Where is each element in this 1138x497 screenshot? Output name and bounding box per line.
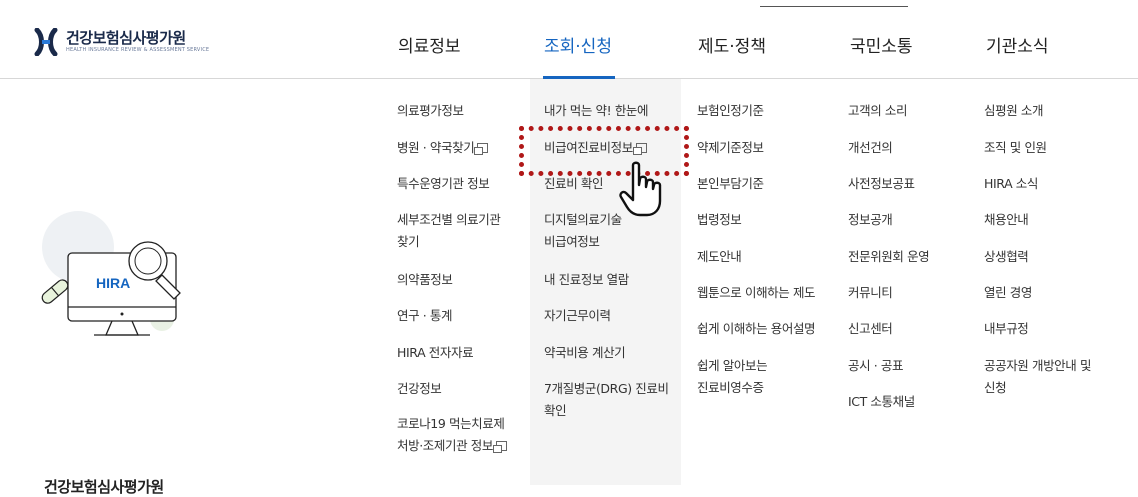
menu-item-suggestion[interactable]: 개선건의 [848,137,893,158]
site-logo[interactable]: 건강보험심사평가원 HEALTH INSURANCE REVIEW & ASSE… [34,27,210,57]
menu-item-public-notice[interactable]: 공시 · 공표 [848,355,904,376]
external-link-icon [492,441,507,453]
monitor-magnifier-illustration: HIRA [41,211,181,336]
menu-item-expert-committee[interactable]: 전문위원회 운영 [848,246,930,267]
menu-item-internal-rules[interactable]: 내부규정 [984,318,1029,339]
menu-item-covid-treatment-line1[interactable]: 코로나19 먹는치료제 [397,413,505,434]
menu-item-covid-treatment-line2[interactable]: 처방·조제기관 정보 [397,435,507,456]
menu-item-work-history[interactable]: 자기근무이력 [544,305,611,326]
menu-item-customer-voice[interactable]: 고객의 소리 [848,100,907,121]
menu-item-public-resources-line1[interactable]: 공공자원 개방안내 및 [984,355,1091,376]
menu-item-open-management[interactable]: 열린 경영 [984,282,1032,303]
menu-item-pre-disclosure[interactable]: 사전정보공표 [848,173,915,194]
menu-item-info-disclosure[interactable]: 정보공개 [848,209,893,230]
nav-agency-news[interactable]: 기관소식 [986,32,1049,57]
pointer-hand-icon [619,161,662,217]
menu-item-detailed-search-line1[interactable]: 세부조건별 의료기관 [397,209,501,230]
menu-item-drg-line2[interactable]: 확인 [544,400,567,421]
menu-item-hira-news[interactable]: HIRA 소식 [984,173,1038,194]
mega-menu: HIRA 건강보험심사평가원 의료평가정보 병원 · 약국찾기 특수운영기관 정… [0,79,1138,496]
logo-subtitle: HEALTH INSURANCE REVIEW & ASSESSMENT SER… [66,47,210,53]
menu-item-cooperation[interactable]: 상생협력 [984,246,1029,267]
menu-item-receipt-line1[interactable]: 쉽게 알아보는 [697,355,768,376]
menu-item-special-institution[interactable]: 특수운영기관 정보 [397,173,490,194]
menu-item-hira-edata[interactable]: HIRA 전자자료 [397,342,474,363]
menu-item-my-medical-record[interactable]: 내 진료정보 열람 [544,269,629,290]
menu-item-system-guide[interactable]: 제도안내 [697,246,742,267]
menu-item-pharmacy-calculator[interactable]: 약국비용 계산기 [544,342,626,363]
nav-inquiry-application[interactable]: 조회·신청 [544,32,612,57]
nav-system-policy[interactable]: 제도·정책 [698,32,766,57]
header: 건강보험심사평가원 HEALTH INSURANCE REVIEW & ASSE… [0,8,1138,79]
side-illustration: HIRA 건강보험심사평가원 [30,209,190,496]
menu-item-webtoon[interactable]: 웹툰으로 이해하는 제도 [697,282,816,303]
menu-item-label: 병원 · 약국찾기 [397,140,475,155]
menu-item-glossary[interactable]: 쉽게 이해하는 용어설명 [697,318,816,339]
menu-item-law-info[interactable]: 법령정보 [697,209,742,230]
logo-title: 건강보험심사평가원 [66,29,186,47]
menu-item-drug-info[interactable]: 의약품정보 [397,269,453,290]
menu-item-digital-tech-line2[interactable]: 비급여정보 [544,231,600,252]
menu-item-ict-channel[interactable]: ICT 소통채널 [848,391,915,412]
menu-item-report-center[interactable]: 신고센터 [848,318,893,339]
menu-item-drg-line1[interactable]: 7개질병군(DRG) 진료비 [544,378,669,399]
menu-item-drug-criteria[interactable]: 약제기준정보 [697,137,764,158]
menu-item-health-info[interactable]: 건강정보 [397,378,442,399]
menu-item-copay-criteria[interactable]: 본인부담기준 [697,173,764,194]
menu-item-find-hospital-pharmacy[interactable]: 병원 · 약국찾기 [397,137,489,158]
nav-public-communication[interactable]: 국민소통 [850,32,913,57]
illustration-hira-text: HIRA [96,275,130,291]
top-search-field[interactable] [760,0,908,7]
external-link-icon [474,143,489,155]
menu-item-community[interactable]: 커뮤니티 [848,282,893,303]
menu-item-digital-tech-line1[interactable]: 디지털의료기술 [544,209,622,230]
menu-item-label: 처방·조제기관 정보 [397,438,493,453]
menu-item-recruitment[interactable]: 채용안내 [984,209,1029,230]
menu-item-medical-evaluation[interactable]: 의료평가정보 [397,100,464,121]
nav-medical-info[interactable]: 의료정보 [398,32,461,57]
menu-item-fee-check[interactable]: 진료비 확인 [544,173,603,194]
menu-item-organization[interactable]: 조직 및 인원 [984,137,1047,158]
side-panel-title: 건강보험심사평가원 [44,478,164,496]
menu-item-about-hira[interactable]: 심평원 소개 [984,100,1043,121]
utility-bar [0,0,1138,8]
menu-item-public-resources-line2[interactable]: 신청 [984,377,1007,398]
menu-item-receipt-line2[interactable]: 진료비영수증 [697,377,764,398]
menu-item-my-medicine[interactable]: 내가 먹는 약! 한눈에 [544,100,649,121]
hira-logo-icon [34,27,58,57]
menu-item-insurance-criteria[interactable]: 보험인정기준 [697,100,764,121]
menu-item-research-stats[interactable]: 연구 · 통계 [397,305,453,326]
menu-item-detailed-search-line2[interactable]: 찾기 [397,231,420,252]
